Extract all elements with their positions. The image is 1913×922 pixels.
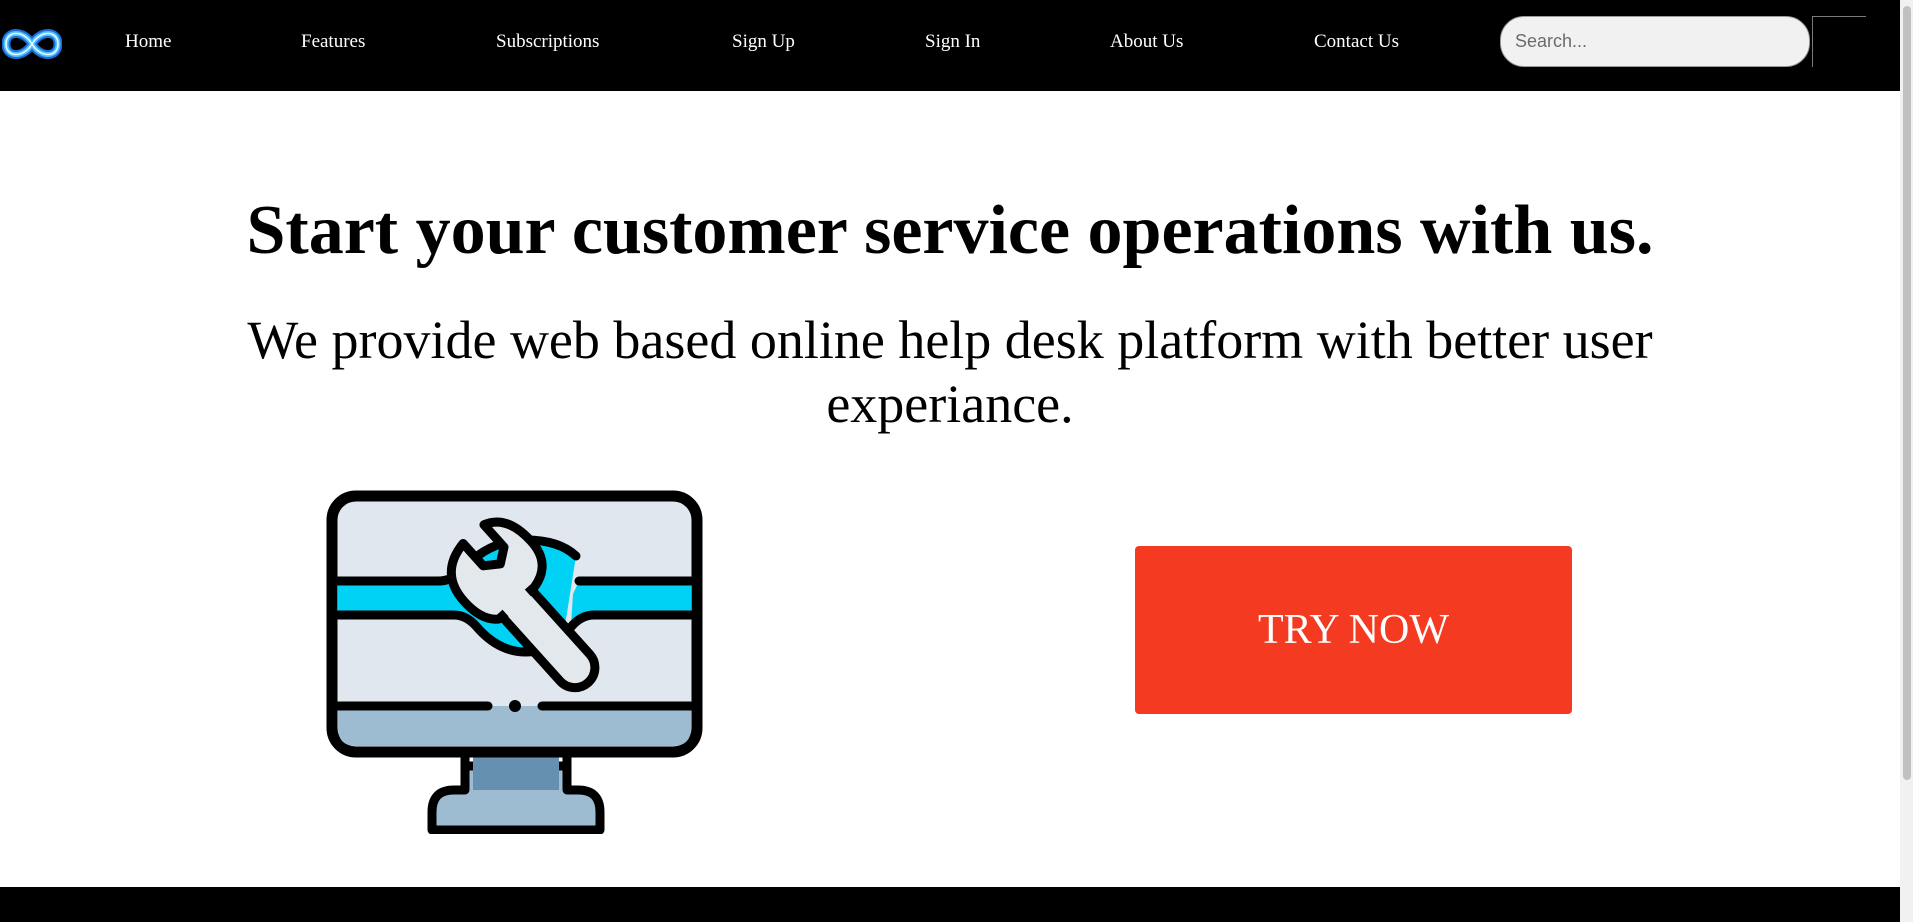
infinity-icon[interactable]	[2, 22, 62, 66]
nav-sign-in[interactable]: Sign In	[925, 30, 980, 54]
nav-features[interactable]: Features	[301, 30, 365, 54]
navbar: Home Features Subscriptions Sign Up Sign…	[0, 0, 1900, 91]
search-button[interactable]	[1812, 16, 1866, 67]
computer-wrench-icon	[326, 490, 703, 834]
hero-title: Start your customer service operations w…	[246, 192, 1654, 269]
footer-bar	[0, 887, 1900, 922]
nav-sign-up[interactable]: Sign Up	[732, 30, 795, 54]
scrollbar[interactable]	[1900, 0, 1913, 922]
nav-home[interactable]: Home	[125, 30, 171, 54]
hero-subtitle: We provide web based online help desk pl…	[247, 310, 1653, 434]
nav-contact-us[interactable]: Contact Us	[1314, 30, 1399, 54]
search-input[interactable]	[1500, 16, 1810, 67]
scrollbar-thumb[interactable]	[1903, 6, 1911, 780]
nav-about-us[interactable]: About Us	[1110, 30, 1183, 54]
try-now-button[interactable]: TRY NOW	[1135, 546, 1572, 714]
nav-subscriptions[interactable]: Subscriptions	[496, 30, 599, 54]
page: Home Features Subscriptions Sign Up Sign…	[0, 0, 1913, 922]
